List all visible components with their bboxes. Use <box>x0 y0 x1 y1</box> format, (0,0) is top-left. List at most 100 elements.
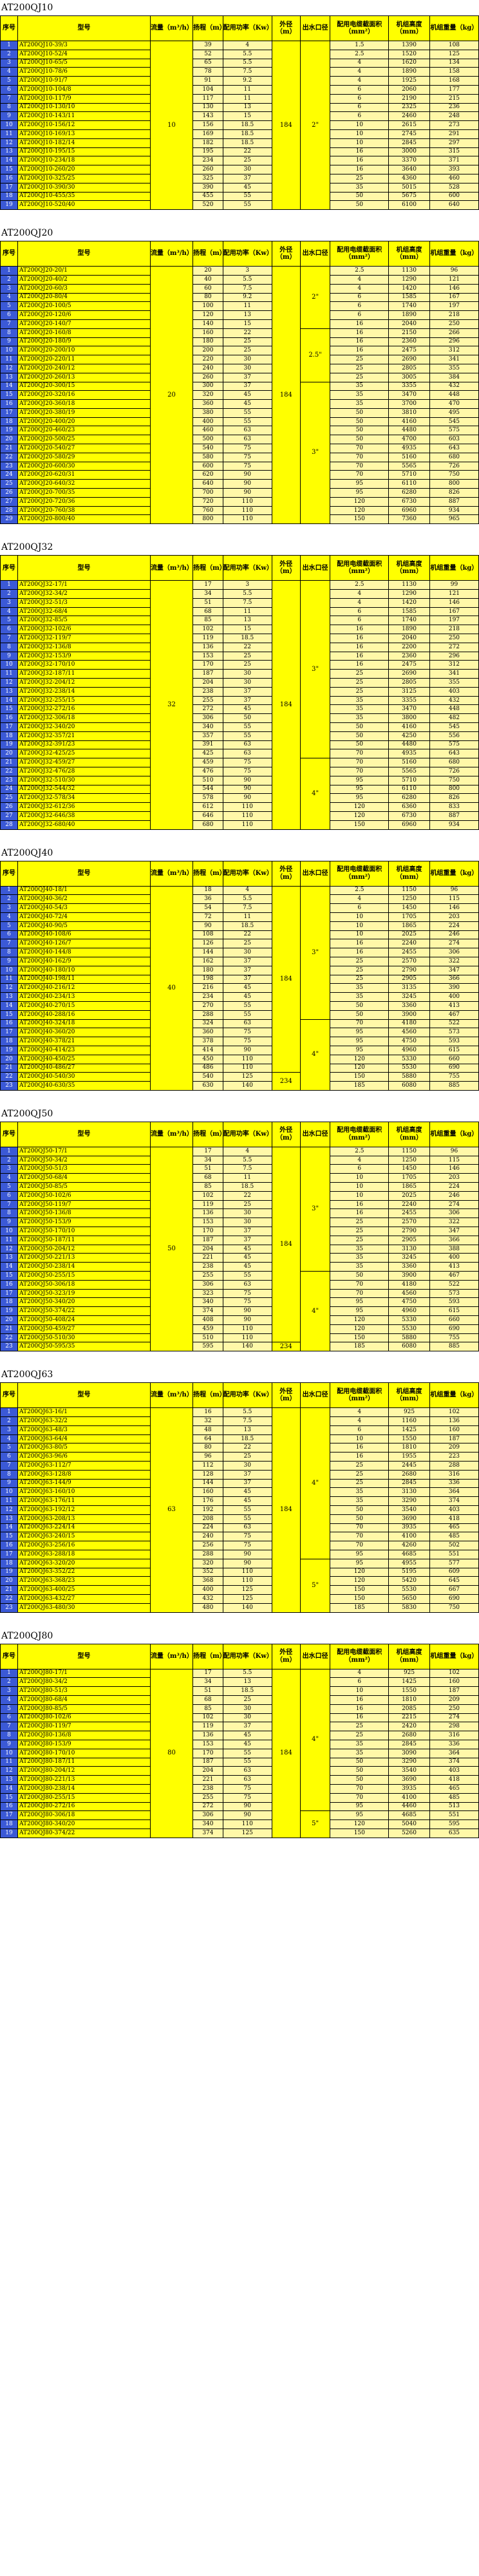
table-row: 4 AT200QJ10-78/6 78 7.5 4 1890 158 <box>0 67 479 77</box>
model-cell: AT200QJ20-180/9 <box>17 337 151 347</box>
head-cell: 143 <box>193 111 223 122</box>
model-cell: AT200QJ40-90/5 <box>17 921 151 931</box>
cable-cell: 6 <box>330 616 390 626</box>
col-header-model: 型号 <box>17 15 151 41</box>
model-cell: AT200QJ20-600/30 <box>17 461 151 471</box>
row-index: 19 <box>0 1045 18 1055</box>
table-row: 19 AT200QJ63-352/22 352 110 120 5195 609 <box>0 1567 479 1577</box>
model-cell: AT200QJ40-450/25 <box>17 1054 151 1064</box>
head-cell: 51 <box>193 597 223 608</box>
cable-cell: 35 <box>330 1739 390 1749</box>
power-cell: 110 <box>222 505 272 516</box>
row-index: 10 <box>0 346 18 356</box>
head-cell: 238 <box>193 1262 223 1272</box>
table-row: 3 AT200QJ63-48/3 48 13 6 1425 160 <box>0 1425 479 1435</box>
power-cell: 37 <box>222 686 272 697</box>
height-cell: 925 <box>388 1668 430 1678</box>
weight-cell: 224 <box>429 921 479 931</box>
model-cell: AT200QJ40-324/18 <box>17 1019 151 1029</box>
head-cell: 112 <box>193 1461 223 1471</box>
row-index: 10 <box>0 1227 18 1236</box>
height-cell: 2040 <box>388 634 430 643</box>
weight-cell: 470 <box>429 399 479 409</box>
row-index: 1 <box>0 1407 18 1418</box>
model-cell: AT200QJ10-520/40 <box>17 200 151 211</box>
row-index: 14 <box>0 695 18 706</box>
head-cell: 221 <box>193 1775 223 1785</box>
head-cell: 176 <box>193 1496 223 1506</box>
cable-cell: 25 <box>330 678 390 688</box>
model-cell: AT200QJ10-130/10 <box>17 102 151 113</box>
weight-cell: 246 <box>429 1190 479 1201</box>
col-header-power: 配用功率（Kw） <box>222 1382 272 1409</box>
outlet-cell: 2" <box>299 40 331 211</box>
model-cell: AT200QJ40-72/4 <box>17 912 151 922</box>
col-header-flow: 流量（m³/h） <box>149 860 194 887</box>
head-cell: 340 <box>193 1819 223 1829</box>
cable-cell: 120 <box>330 1567 390 1577</box>
row-index: 6 <box>0 930 18 940</box>
height-cell: 5675 <box>388 191 430 202</box>
height-cell: 2215 <box>388 1713 430 1723</box>
outlet-cell: 4" <box>299 1668 331 1812</box>
head-cell: 195 <box>193 147 223 157</box>
cable-cell: 2.5 <box>330 580 390 590</box>
table-row: 2 AT200QJ40-36/2 36 5.5 4 1250 115 <box>0 894 479 905</box>
cable-cell: 10 <box>330 1173 390 1183</box>
cable-cell: 50 <box>330 722 390 732</box>
weight-cell: 448 <box>429 704 479 715</box>
weight-cell: 575 <box>429 740 479 750</box>
cable-cell: 150 <box>330 1594 390 1604</box>
head-cell: 162 <box>193 956 223 966</box>
height-cell: 2845 <box>388 138 430 148</box>
row-index: 15 <box>0 1532 18 1542</box>
height-cell: 5565 <box>388 766 430 776</box>
height-cell: 2790 <box>388 1227 430 1236</box>
head-cell: 288 <box>193 1549 223 1559</box>
table-row: 23 AT200QJ32-510/30 510 90 95 5710 750 <box>0 775 479 785</box>
row-index: 15 <box>0 1792 18 1803</box>
row-index: 4 <box>0 1173 18 1183</box>
power-cell: 37 <box>222 381 272 391</box>
pump-series-section: AT200QJ50 序号 型号 流量（m³/h） 扬程（m） 配用功率（Kw） 外径（m）出… <box>0 1106 479 1352</box>
height-cell: 1160 <box>388 1416 430 1426</box>
head-cell: 65 <box>193 58 223 68</box>
head-cell: 34 <box>193 1677 223 1688</box>
height-cell: 5650 <box>388 1594 430 1604</box>
height-cell: 5530 <box>388 1585 430 1595</box>
power-cell: 110 <box>222 802 272 812</box>
model-cell: AT200QJ63-368/23 <box>17 1576 151 1586</box>
weight-cell: 246 <box>429 930 479 940</box>
power-cell: 30 <box>222 678 272 688</box>
height-cell: 5710 <box>388 775 430 785</box>
model-cell: AT200QJ32-612/36 <box>17 802 151 812</box>
row-index: 18 <box>0 731 18 741</box>
table-row: 6 AT200QJ20-120/6 120 13 6 1890 218 <box>0 310 479 320</box>
table-row: 15 AT200QJ40-288/16 288 55 50 3900 467 <box>0 1010 479 1020</box>
power-cell: 30 <box>222 669 272 679</box>
power-cell: 37 <box>222 695 272 706</box>
col-header-weight: 机组重量（kg） <box>429 241 479 267</box>
weight-cell: 418 <box>429 1775 479 1785</box>
cable-cell: 16 <box>330 337 390 347</box>
col-header-power: 配用功率（Kw） <box>222 860 272 887</box>
power-cell: 5.5 <box>222 589 272 599</box>
model-cell: AT200QJ20-240/12 <box>17 363 151 373</box>
height-cell: 3935 <box>388 1523 430 1533</box>
height-cell: 4960 <box>388 1306 430 1317</box>
table-row: 20 AT200QJ63-368/23 368 110 120 5420 645 <box>0 1576 479 1586</box>
power-cell: 5.5 <box>222 49 272 59</box>
col-header-flow: 流量（m³/h） <box>149 1382 194 1409</box>
cable-cell: 150 <box>330 1333 390 1343</box>
power-cell: 25 <box>222 651 272 661</box>
cable-cell: 95 <box>330 1037 390 1046</box>
cable-cell: 16 <box>330 1713 390 1723</box>
cable-cell: 35 <box>330 1262 390 1272</box>
height-cell: 2475 <box>388 346 430 356</box>
col-header-weight: 机组重量（kg） <box>429 860 479 887</box>
head-cell: 182 <box>193 138 223 148</box>
cable-cell: 35 <box>330 390 390 400</box>
row-index: 5 <box>0 76 18 86</box>
power-cell: 55 <box>222 1271 272 1281</box>
weight-cell: 645 <box>429 1576 479 1586</box>
